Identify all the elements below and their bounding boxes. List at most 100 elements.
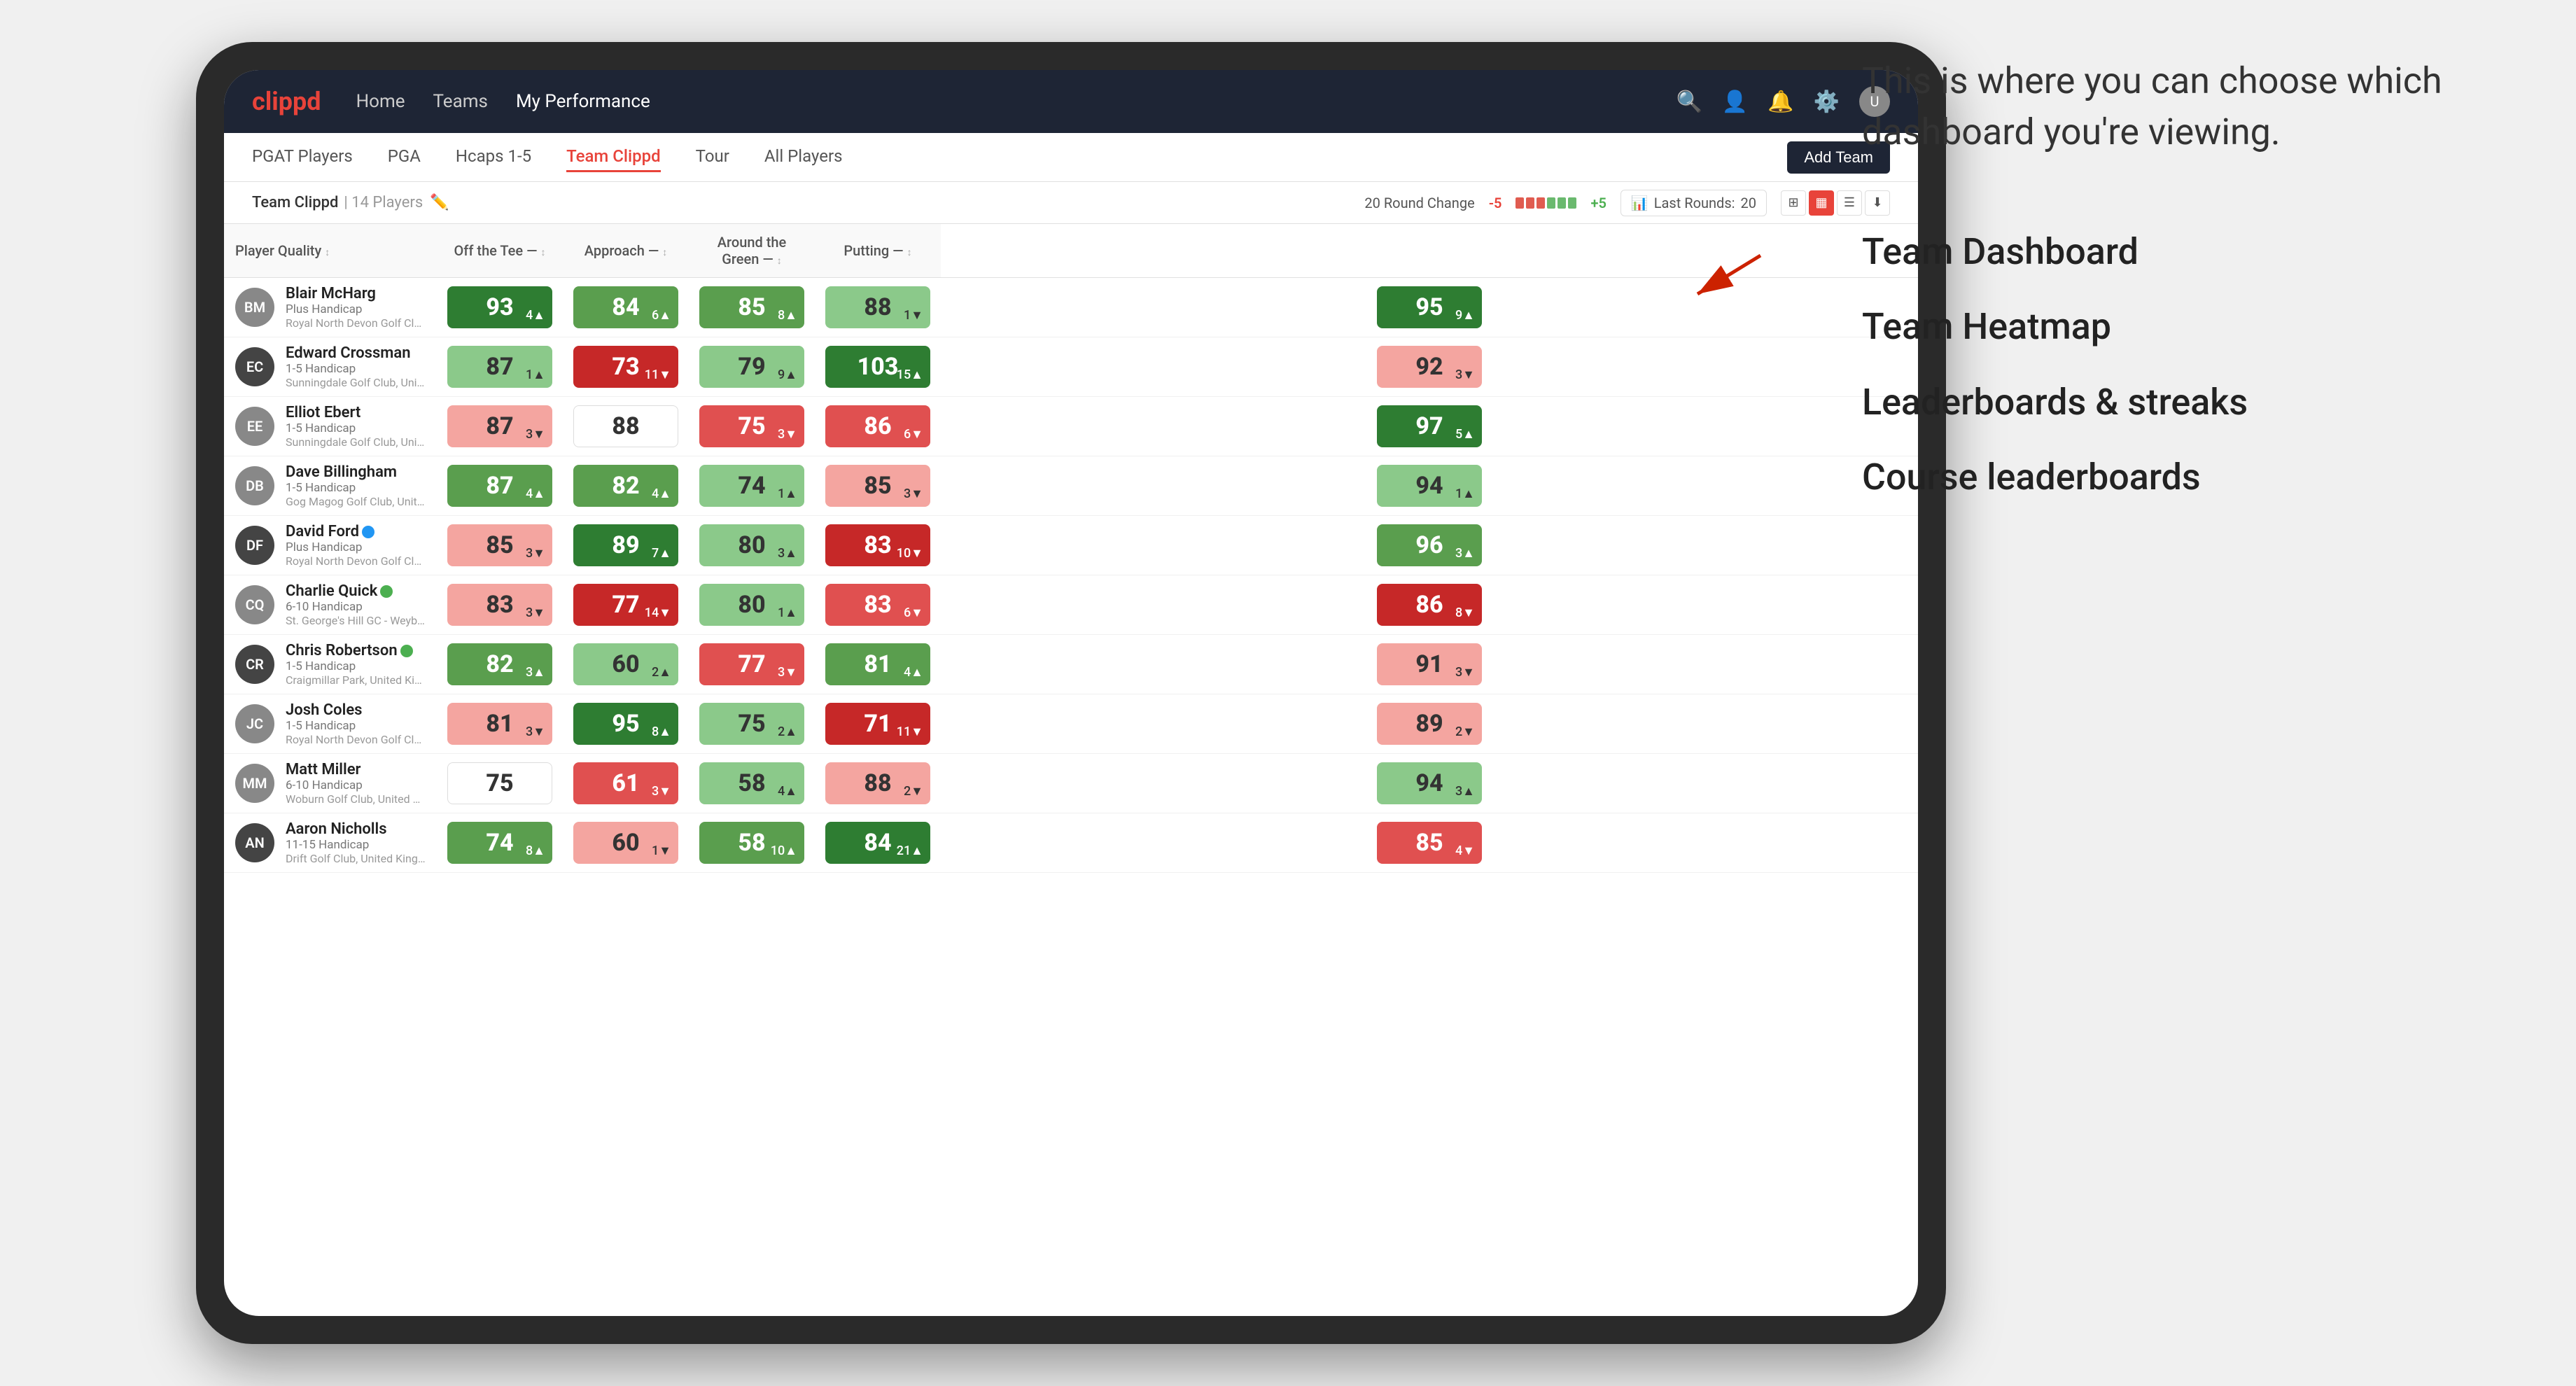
subnav-all-players[interactable]: All Players bbox=[764, 142, 843, 172]
subnav-pga[interactable]: PGA bbox=[388, 142, 421, 172]
score-cell-approach: 75 3▼ bbox=[689, 397, 815, 456]
score-box: 83 6▼ bbox=[825, 584, 930, 626]
player-cell[interactable]: MM Matt Miller 6-10 Handicap Woburn Golf… bbox=[224, 754, 437, 813]
subnav-tour[interactable]: Tour bbox=[696, 142, 729, 172]
nav-link-teams[interactable]: Teams bbox=[433, 87, 488, 116]
col-header-around-green[interactable]: Around the Green — bbox=[689, 224, 815, 278]
score-value: 82 bbox=[612, 472, 639, 500]
col-header-off-tee[interactable]: Off the Tee — bbox=[437, 224, 563, 278]
score-box: 85 3▼ bbox=[447, 524, 552, 566]
subnav-team-clippd[interactable]: Team Clippd bbox=[566, 142, 661, 172]
player-name: Matt Miller bbox=[286, 761, 426, 778]
score-cell-off-tee: 60 1▼ bbox=[563, 813, 689, 873]
score-cell-off-tee: 95 8▲ bbox=[563, 694, 689, 754]
player-cell[interactable]: EE Elliot Ebert 1-5 Handicap Sunningdale… bbox=[224, 397, 437, 456]
score-value: 74 bbox=[486, 829, 513, 857]
player-cell[interactable]: JC Josh Coles 1-5 Handicap Royal North D… bbox=[224, 694, 437, 753]
annotation-text: This is where you can choose which dashb… bbox=[1862, 56, 2520, 158]
player-name: Edward Crossman bbox=[286, 344, 426, 362]
player-info: Aaron Nicholls 11-15 Handicap Drift Golf… bbox=[286, 820, 426, 865]
score-cell-putting: 97 5▲ bbox=[941, 397, 1918, 456]
score-value: 91 bbox=[1415, 650, 1443, 678]
nav-links: Home Teams My Performance bbox=[356, 87, 1676, 116]
team-name-label: Team Clippd bbox=[252, 194, 338, 211]
score-box: 81 4▲ bbox=[825, 643, 930, 685]
arrow-container bbox=[1684, 248, 1768, 307]
arrow-svg bbox=[1684, 248, 1768, 304]
search-icon[interactable]: 🔍 bbox=[1676, 90, 1702, 114]
player-name: Dave Billingham bbox=[286, 463, 426, 481]
player-cell[interactable]: DB Dave Billingham 1-5 Handicap Gog Mago… bbox=[224, 456, 437, 515]
data-table: Player Quality Off the Tee — Approach — … bbox=[224, 224, 1918, 873]
score-value: 86 bbox=[864, 412, 891, 440]
score-cell-off-tee: 89 7▲ bbox=[563, 516, 689, 575]
score-value: 88 bbox=[864, 769, 891, 797]
score-value: 73 bbox=[612, 353, 639, 381]
score-change: 3▼ bbox=[778, 665, 797, 680]
score-cell-putting: 94 1▲ bbox=[941, 456, 1918, 516]
player-cell[interactable]: BM Blair McHarg Plus Handicap Royal Nort… bbox=[224, 278, 437, 337]
score-cell-putting: 92 3▼ bbox=[941, 337, 1918, 397]
player-club: Gog Magog Golf Club, United Kingdom bbox=[286, 495, 426, 508]
score-cell-approach: 80 1▲ bbox=[689, 575, 815, 635]
user-icon[interactable]: 👤 bbox=[1722, 90, 1748, 114]
player-cell[interactable]: AN Aaron Nicholls 11-15 Handicap Drift G… bbox=[224, 813, 437, 872]
score-box: 87 4▲ bbox=[447, 465, 552, 507]
annotation-area: This is where you can choose which dashb… bbox=[1806, 0, 2576, 1386]
score-box: 81 3▼ bbox=[447, 703, 552, 745]
subnav-hcaps[interactable]: Hcaps 1-5 bbox=[456, 142, 531, 172]
score-value: 81 bbox=[486, 710, 513, 738]
col-header-player[interactable]: Player Quality bbox=[224, 224, 437, 278]
player-club: Woburn Golf Club, United Kingdom bbox=[286, 792, 426, 806]
bar-green-2 bbox=[1558, 197, 1566, 209]
last-rounds-button[interactable]: 📊 Last Rounds: 20 bbox=[1620, 190, 1767, 216]
nav-link-my-performance[interactable]: My Performance bbox=[516, 87, 650, 116]
score-value: 103 bbox=[858, 353, 899, 381]
score-value: 77 bbox=[612, 591, 639, 619]
tablet-screen: clippd Home Teams My Performance 🔍 👤 🔔 ⚙… bbox=[224, 70, 1918, 1316]
score-cell-approach: 85 8▲ bbox=[689, 278, 815, 337]
grid-view-button[interactable]: ⊞ bbox=[1781, 190, 1806, 216]
player-info: Charlie Quick 6-10 Handicap St. George's… bbox=[286, 582, 426, 627]
score-change: 8▲ bbox=[652, 724, 671, 739]
score-box: 95 9▲ bbox=[1377, 286, 1482, 328]
score-cell-putting: 91 3▼ bbox=[941, 635, 1918, 694]
score-change: 6▲ bbox=[652, 308, 671, 323]
col-header-approach[interactable]: Approach — bbox=[563, 224, 689, 278]
table-row: DB Dave Billingham 1-5 Handicap Gog Mago… bbox=[224, 456, 1918, 516]
score-cell-off-tee: 73 11▼ bbox=[563, 337, 689, 397]
score-cell-approach: 77 3▼ bbox=[689, 635, 815, 694]
player-club: Royal North Devon Golf Club, United King… bbox=[286, 554, 426, 568]
bell-icon[interactable]: 🔔 bbox=[1768, 90, 1793, 114]
score-box: 94 1▲ bbox=[1377, 465, 1482, 507]
bar-red-2 bbox=[1526, 197, 1534, 209]
player-name: Blair McHarg bbox=[286, 285, 426, 302]
score-cell-putting: 95 9▲ bbox=[941, 278, 1918, 337]
last-rounds-label: Last Rounds: bbox=[1654, 195, 1735, 211]
col-header-putting[interactable]: Putting — bbox=[815, 224, 941, 278]
player-cell[interactable]: CR Chris Robertson 1-5 Handicap Craigmil… bbox=[224, 635, 437, 694]
score-change: 3▲ bbox=[1455, 546, 1475, 561]
score-value: 86 bbox=[1415, 591, 1443, 619]
score-value: 88 bbox=[612, 412, 639, 440]
score-value: 85 bbox=[864, 472, 891, 500]
score-value: 83 bbox=[864, 591, 891, 619]
score-value: 77 bbox=[738, 650, 765, 678]
score-box: 74 1▲ bbox=[699, 465, 804, 507]
player-hcap: 1-5 Handicap bbox=[286, 719, 426, 733]
round-change-neg: -5 bbox=[1489, 195, 1502, 211]
player-club: Royal North Devon Golf Club, United King… bbox=[286, 316, 426, 330]
player-cell[interactable]: DF David Ford Plus Handicap Royal North … bbox=[224, 516, 437, 575]
subnav-pgat[interactable]: PGAT Players bbox=[252, 142, 353, 172]
player-info: Dave Billingham 1-5 Handicap Gog Magog G… bbox=[286, 463, 426, 508]
badge-icon bbox=[362, 526, 374, 538]
sub-nav-links: PGAT Players PGA Hcaps 1-5 Team Clippd T… bbox=[252, 142, 1787, 172]
edit-icon[interactable]: ✏️ bbox=[430, 194, 449, 211]
player-cell[interactable]: CQ Charlie Quick 6-10 Handicap St. Georg… bbox=[224, 575, 437, 634]
score-cell-putting: 86 8▼ bbox=[941, 575, 1918, 635]
nav-link-home[interactable]: Home bbox=[356, 87, 405, 116]
player-cell[interactable]: EC Edward Crossman 1-5 Handicap Sunningd… bbox=[224, 337, 437, 396]
score-box: 86 6▼ bbox=[825, 405, 930, 447]
score-box: 87 3▼ bbox=[447, 405, 552, 447]
score-box: 89 2▼ bbox=[1377, 703, 1482, 745]
